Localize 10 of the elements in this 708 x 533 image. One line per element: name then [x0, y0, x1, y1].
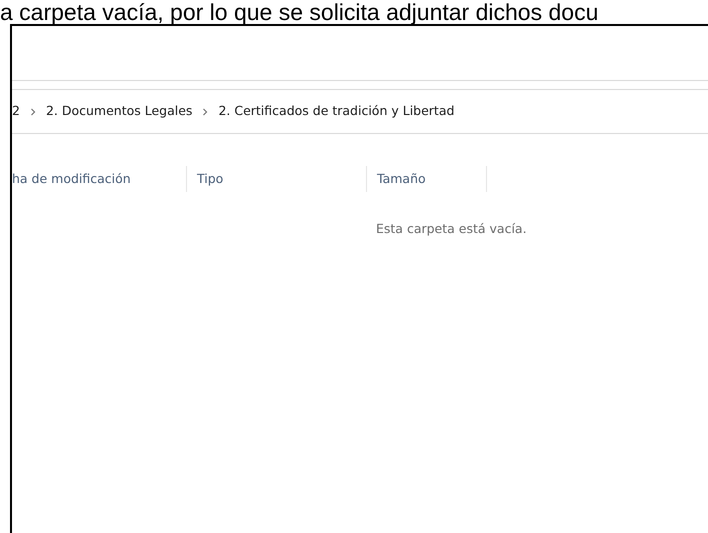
caption-text: a carpeta vacía, por lo que se solicita adjuntar dichos docu — [0, 0, 598, 24]
column-header[interactable]: ha de modificación — [12, 166, 187, 192]
chevron-icon — [28, 108, 37, 116]
column-header[interactable]: Tipo — [187, 166, 367, 192]
empty-folder-message: Esta carpeta está vacía. — [376, 220, 527, 238]
breadcrumb-item[interactable]: 2. Documentos Legales — [46, 102, 192, 121]
breadcrumb-item[interactable]: 2. Certificados de tradición y Libertad — [218, 102, 454, 121]
chevron-icon — [201, 108, 210, 116]
column-header[interactable]: Tamaño — [367, 166, 487, 192]
breadcrumb-item[interactable]: 2 — [12, 102, 20, 121]
